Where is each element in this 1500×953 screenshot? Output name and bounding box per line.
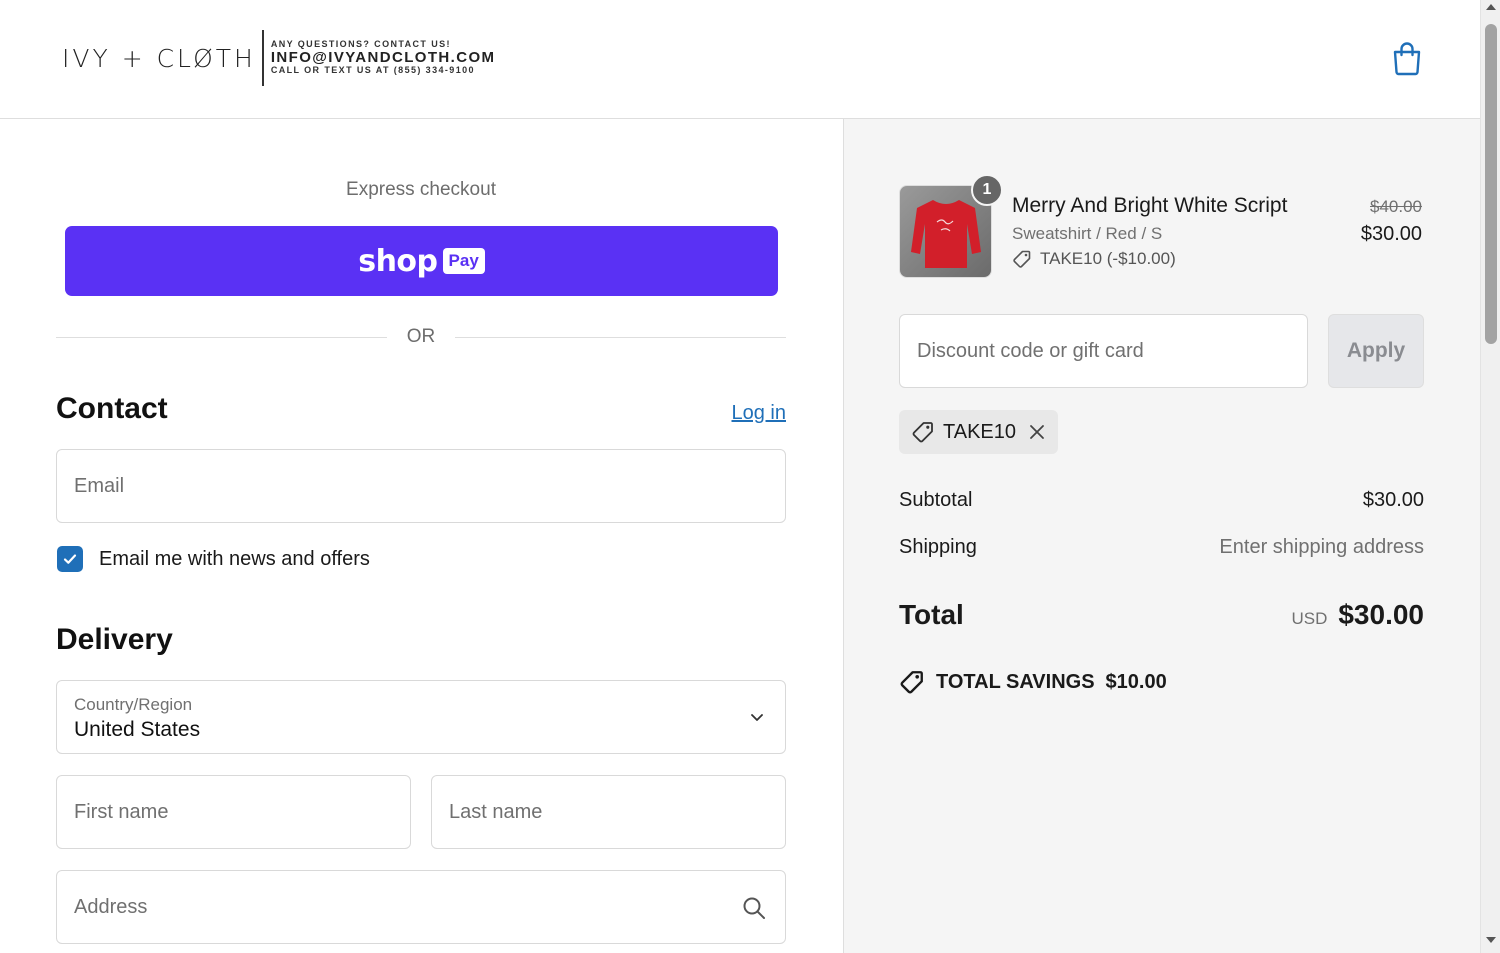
total-row: Total USD $30.00	[899, 599, 1424, 631]
discount-field-wrapper	[899, 314, 1308, 388]
logo-divider	[261, 30, 264, 86]
product-name: Merry And Bright White Script	[1012, 194, 1288, 217]
sweatshirt-image	[910, 199, 981, 268]
subtotal-value: $30.00	[1362, 489, 1424, 511]
logo-contact-info: ANY QUESTIONS? CONTACT US! INFO@IVYANDCL…	[270, 39, 496, 76]
store-logo[interactable]: IVY + CLØTH ANY QUESTIONS? CONTACT US! I…	[62, 30, 495, 86]
shop-pay-button[interactable]: shop Pay	[65, 226, 778, 296]
total-savings-label: TOTAL SAVINGS	[936, 670, 1095, 693]
applied-discount-code: TAKE10	[943, 420, 1016, 443]
page-scrollbar[interactable]	[1480, 0, 1500, 953]
search-icon	[743, 897, 765, 919]
total-currency: USD	[1291, 609, 1328, 628]
last-name-field-wrapper	[431, 775, 786, 849]
applied-discount-chip: TAKE10	[899, 410, 1058, 454]
newsletter-label: Email me with news and offers	[99, 547, 370, 570]
shipping-row: Shipping Enter shipping address	[899, 536, 1424, 559]
apply-button[interactable]: Apply	[1328, 314, 1424, 388]
address-input[interactable]	[57, 871, 785, 943]
shipping-value: Enter shipping address	[1219, 536, 1424, 558]
shopping-bag-icon[interactable]	[1391, 40, 1423, 76]
logo-info-email: INFO@IVYANDCLOTH.COM	[270, 48, 496, 66]
total-label: Total	[899, 599, 964, 630]
contact-heading: Contact	[56, 392, 168, 425]
shop-pay-logo: shop Pay	[358, 244, 485, 279]
total-savings-value: $10.00	[1105, 670, 1167, 693]
shop-pay-pay-badge: Pay	[442, 248, 485, 274]
product-discount: TAKE10 (-$10.00)	[1012, 249, 1176, 269]
product-variant: Sweatshirt / Red / S	[1012, 224, 1163, 243]
or-label: OR	[406, 326, 436, 347]
log-in-link[interactable]: Log in	[732, 402, 787, 425]
total-savings: TOTAL SAVINGS $10.00	[899, 669, 1167, 695]
product-original-price: $40.00	[1370, 197, 1422, 216]
or-divider: OR	[56, 326, 786, 348]
tag-icon	[912, 422, 933, 443]
logo-brand-text: IVY + CLØTH	[62, 43, 256, 73]
newsletter-checkbox[interactable]	[57, 546, 83, 572]
address-field-wrapper	[56, 870, 786, 944]
last-name-input[interactable]	[432, 776, 785, 848]
scrollbar-thumb[interactable]	[1485, 24, 1497, 344]
country-select-label: Country/Region	[74, 695, 193, 714]
product-thumbnail-wrapper: 1	[899, 174, 1003, 278]
close-icon[interactable]	[1028, 423, 1046, 441]
logo-info-phone: CALL OR TEXT US AT (855) 334-9100	[270, 65, 475, 76]
site-header: IVY + CLØTH ANY QUESTIONS? CONTACT US! I…	[0, 0, 1480, 119]
order-summary: 1 Merry And Bright White Script Sweatshi…	[843, 119, 1480, 953]
checkmark-icon	[63, 554, 77, 564]
scroll-down-arrow-icon[interactable]	[1486, 937, 1496, 943]
delivery-heading: Delivery	[56, 623, 173, 656]
tag-icon	[900, 671, 923, 694]
divider-line	[455, 336, 786, 338]
tag-icon	[1013, 250, 1031, 268]
total-value-wrapper: USD $30.00	[1291, 599, 1424, 631]
subtotal-label: Subtotal	[899, 489, 973, 511]
email-input[interactable]	[57, 450, 785, 522]
divider-line	[56, 336, 387, 338]
email-field-wrapper	[56, 449, 786, 523]
chevron-down-icon	[751, 714, 763, 721]
first-name-input[interactable]	[57, 776, 410, 848]
discount-code-input[interactable]	[900, 315, 1307, 387]
quantity-badge: 1	[971, 174, 1003, 206]
scroll-up-arrow-icon[interactable]	[1486, 4, 1496, 10]
subtotal-row: Subtotal $30.00	[899, 489, 1424, 512]
product-discount-text: TAKE10 (-$10.00)	[1040, 249, 1176, 268]
country-select-value: United States	[74, 718, 201, 741]
first-name-field-wrapper	[56, 775, 411, 849]
newsletter-option[interactable]: Email me with news and offers	[57, 546, 370, 572]
express-checkout-label: Express checkout	[346, 179, 496, 200]
checkout-form: Express checkout shop Pay OR Contact Log…	[0, 119, 843, 953]
shipping-label: Shipping	[899, 536, 977, 558]
shop-pay-shop-text: shop	[358, 243, 438, 279]
country-select[interactable]: Country/Region United States	[56, 680, 786, 754]
product-price: $30.00	[1360, 223, 1422, 245]
total-value: $30.00	[1338, 599, 1424, 630]
